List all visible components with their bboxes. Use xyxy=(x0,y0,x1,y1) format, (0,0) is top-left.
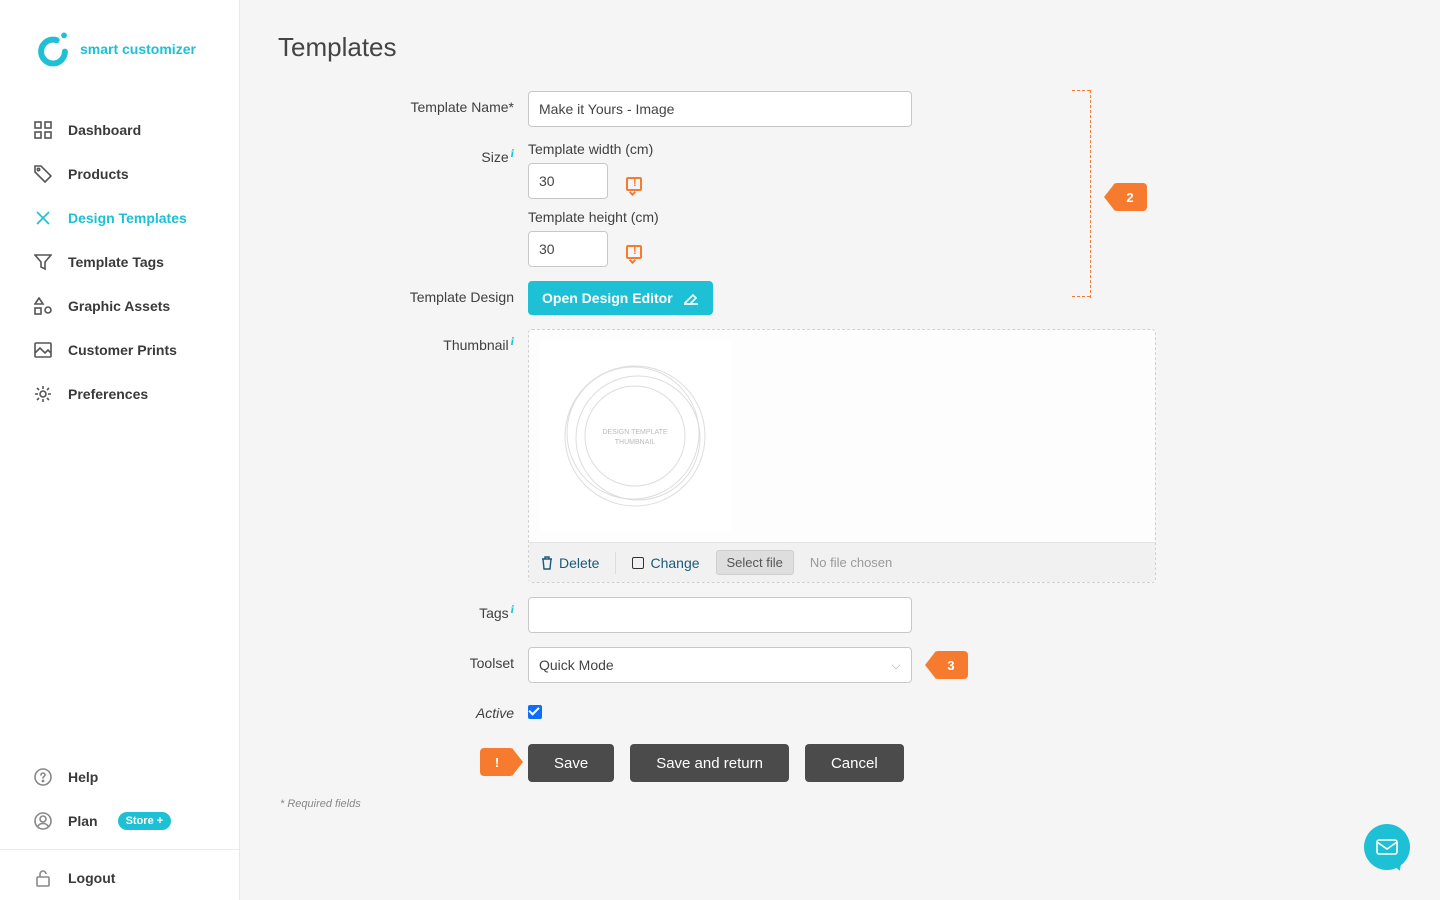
help-icon xyxy=(34,768,52,786)
thumbnail-actions: Delete Change Select file No file chosen xyxy=(529,542,1155,582)
info-icon[interactable]: i xyxy=(509,334,514,348)
label-template-design: Template Design xyxy=(348,281,528,305)
page-title: Templates xyxy=(278,32,1440,63)
checkbox-icon xyxy=(632,557,644,569)
lock-icon xyxy=(34,869,52,887)
nav-help[interactable]: Help xyxy=(0,755,239,799)
label-template-width: Template width (cm) xyxy=(528,141,659,157)
row-thumbnail: Thumbnaili DESIGN TEMPLATE THUMBNAIL xyxy=(278,329,1440,583)
annotation-marker-ex: ! xyxy=(480,748,514,776)
brand-logo-icon xyxy=(36,31,70,67)
active-checkbox[interactable] xyxy=(528,705,542,719)
gear-icon xyxy=(34,385,52,403)
nav-plan-label: Plan xyxy=(68,813,98,829)
sidebar: smart customizer Dashboard Products Desi… xyxy=(0,0,240,900)
toolset-select[interactable]: Quick Mode xyxy=(528,647,912,683)
nav-dashboard[interactable]: Dashboard xyxy=(0,108,239,152)
svg-text:THUMBNAIL: THUMBNAIL xyxy=(615,439,656,446)
label-template-height: Template height (cm) xyxy=(528,209,659,225)
label-tags: Tagsi xyxy=(348,597,528,622)
edit-icon xyxy=(683,291,699,305)
row-size: Sizei Template width (cm) Template heigh… xyxy=(278,141,1440,267)
label-active: Active xyxy=(348,697,528,721)
row-toolset: Toolset Quick Mode 3 xyxy=(278,647,1440,683)
nav-bottom: Help Plan Store + xyxy=(0,755,239,850)
mail-icon xyxy=(1376,839,1398,855)
template-width-input[interactable] xyxy=(528,163,608,199)
cancel-button[interactable]: Cancel xyxy=(805,744,904,782)
open-design-editor-button[interactable]: Open Design Editor xyxy=(528,281,713,315)
nav-design-templates-label: Design Templates xyxy=(68,210,187,226)
toolset-value: Quick Mode xyxy=(539,657,614,673)
label-thumbnail: Thumbnaili xyxy=(348,329,528,354)
row-active: Active xyxy=(278,697,1440,722)
brand-name: smart customizer xyxy=(80,41,196,57)
nav-template-tags-label: Template Tags xyxy=(68,254,164,270)
annotation-marker-3: 3 xyxy=(934,651,968,679)
nav-customer-prints[interactable]: Customer Prints xyxy=(0,328,239,372)
brand-logo[interactable]: smart customizer xyxy=(0,0,239,98)
nav-products-label: Products xyxy=(68,166,129,182)
tags-input[interactable] xyxy=(528,597,912,633)
trash-icon xyxy=(541,556,553,570)
image-icon xyxy=(34,341,52,359)
nav-design-templates[interactable]: Design Templates xyxy=(0,196,239,240)
nav-dashboard-label: Dashboard xyxy=(68,122,141,138)
nav-graphic-assets-label: Graphic Assets xyxy=(68,298,170,314)
select-file-button[interactable]: Select file xyxy=(716,550,794,575)
thumbnail-change[interactable]: Change xyxy=(632,555,699,571)
nav-logout-wrap: Logout xyxy=(0,850,239,900)
design-templates-icon xyxy=(34,209,52,227)
info-icon[interactable]: i xyxy=(509,146,514,160)
chat-support-button[interactable] xyxy=(1364,824,1410,870)
plan-pill: Store + xyxy=(118,812,172,830)
nav-logout-label: Logout xyxy=(68,870,115,886)
nav-customer-prints-label: Customer Prints xyxy=(68,342,177,358)
funnel-icon xyxy=(34,253,52,271)
save-return-button[interactable]: Save and return xyxy=(630,744,789,782)
annotation-marker-2: 2 xyxy=(1113,183,1147,211)
dashboard-icon xyxy=(34,121,52,139)
open-design-editor-label: Open Design Editor xyxy=(542,290,673,306)
divider xyxy=(615,552,616,574)
nav-help-label: Help xyxy=(68,769,98,785)
user-icon xyxy=(34,812,52,830)
nav-preferences-label: Preferences xyxy=(68,386,148,402)
nav-logout[interactable]: Logout xyxy=(0,856,239,900)
label-size: Sizei xyxy=(348,141,528,166)
nav-plan[interactable]: Plan Store + xyxy=(0,799,239,843)
chevron-down-icon xyxy=(892,661,900,669)
save-button[interactable]: Save xyxy=(528,744,614,782)
template-height-input[interactable] xyxy=(528,231,608,267)
info-icon[interactable]: i xyxy=(509,602,514,616)
main-content: Templates 2 Template Name* Sizei Templat… xyxy=(240,0,1440,900)
row-actions: ! Save Save and return Cancel xyxy=(278,730,1440,782)
row-template-design: Template Design Open Design Editor xyxy=(278,281,1440,315)
shapes-icon xyxy=(34,297,52,315)
label-toolset: Toolset xyxy=(348,647,528,671)
row-template-name: Template Name* xyxy=(278,91,1440,127)
thumbnail-panel: DESIGN TEMPLATE THUMBNAIL Delete Change … xyxy=(528,329,1156,583)
primary-nav: Dashboard Products Design Templates Temp… xyxy=(0,98,239,755)
template-name-input[interactable] xyxy=(528,91,912,127)
nav-template-tags[interactable]: Template Tags xyxy=(0,240,239,284)
annotation-bracket xyxy=(1090,90,1091,298)
required-note: * Required fields xyxy=(280,798,1440,810)
height-warning-icon[interactable] xyxy=(626,241,642,258)
nav-products[interactable]: Products xyxy=(0,152,239,196)
thumbnail-preview: DESIGN TEMPLATE THUMBNAIL xyxy=(539,340,731,532)
row-tags: Tagsi xyxy=(278,597,1440,633)
nav-preferences[interactable]: Preferences xyxy=(0,372,239,416)
no-file-chosen: No file chosen xyxy=(810,555,892,570)
nav-graphic-assets[interactable]: Graphic Assets xyxy=(0,284,239,328)
label-template-name: Template Name* xyxy=(348,91,528,115)
width-warning-icon[interactable] xyxy=(626,173,642,190)
svg-text:DESIGN TEMPLATE: DESIGN TEMPLATE xyxy=(602,429,667,436)
thumbnail-delete[interactable]: Delete xyxy=(541,555,599,571)
tag-icon xyxy=(34,165,52,183)
